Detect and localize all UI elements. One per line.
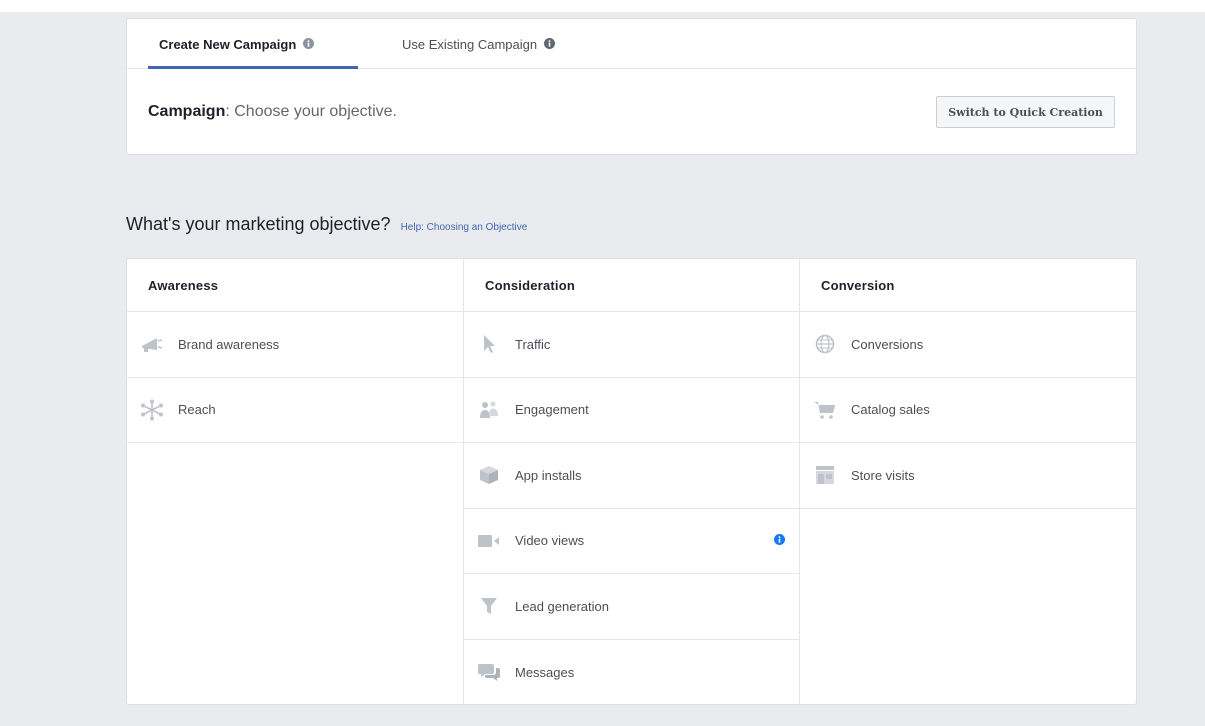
objective-store-visits[interactable]: Store visits: [800, 443, 1136, 509]
tab-label: Create New Campaign: [159, 36, 297, 52]
store-icon: [812, 464, 838, 486]
column-consideration: Consideration Traffic Engagement App ins…: [463, 259, 800, 704]
campaign-row: Campaign: Choose your objective. Switch …: [127, 69, 1136, 156]
globe-icon: [812, 333, 838, 355]
objective-brand-awareness[interactable]: Brand awareness: [127, 312, 463, 378]
tab-label: Use Existing Campaign: [402, 36, 538, 52]
objective-catalog-sales[interactable]: Catalog sales: [800, 378, 1136, 443]
objective-lead-generation[interactable]: Lead generation: [464, 574, 799, 640]
objective-label: Engagement: [515, 402, 589, 418]
objective-label: Conversions: [851, 336, 924, 352]
objective-label: Reach: [178, 402, 216, 418]
objective-label: Messages: [515, 664, 575, 680]
objective-app-installs[interactable]: App installs: [464, 443, 799, 509]
help-choosing-objective-link[interactable]: Help: Choosing an Objective: [401, 222, 528, 233]
objective-traffic[interactable]: Traffic: [464, 312, 799, 378]
objective-label: Lead generation: [515, 598, 609, 614]
people-icon: [476, 399, 502, 421]
column-header: Conversion: [800, 259, 1136, 312]
tab-create-new-campaign[interactable]: Create New Campaign: [159, 19, 315, 69]
objective-label: App installs: [515, 467, 582, 483]
column-header: Consideration: [464, 259, 799, 312]
column-awareness: Awareness Brand awareness Reach: [127, 259, 463, 704]
cursor-icon: [476, 333, 502, 355]
campaign-text: : Choose your objective.: [225, 103, 397, 120]
objective-messages[interactable]: Messages: [464, 640, 799, 705]
objective-reach[interactable]: Reach: [127, 378, 463, 443]
objective-question: What's your marketing objective?: [126, 214, 391, 234]
video-camera-icon: [476, 530, 502, 552]
switch-to-quick-creation-button[interactable]: Switch to Quick Creation: [936, 96, 1115, 128]
objective-video-views[interactable]: Video views: [464, 509, 799, 574]
objective-heading: What's your marketing objective? Help: C…: [126, 214, 527, 235]
campaign-label: Campaign: [148, 103, 226, 120]
campaign-tabs: Create New Campaign Use Existing Campaig…: [127, 19, 1136, 69]
column-header: Awareness: [127, 259, 463, 312]
objective-label: Video views: [515, 533, 585, 549]
megaphone-icon: [139, 333, 165, 355]
campaign-card: Create New Campaign Use Existing Campaig…: [126, 18, 1137, 155]
reach-icon: [139, 399, 165, 421]
funnel-icon: [476, 595, 502, 617]
objective-engagement[interactable]: Engagement: [464, 378, 799, 443]
objectives-table: Awareness Brand awareness Reach Consider…: [126, 258, 1137, 705]
info-icon[interactable]: [303, 37, 315, 52]
objective-label: Traffic: [515, 336, 551, 352]
top-strip: [0, 0, 1205, 12]
objective-label: Catalog sales: [851, 402, 930, 418]
objective-label: Store visits: [851, 467, 915, 483]
box-icon: [476, 464, 502, 486]
column-conversion: Conversion Conversions Catalog sales Sto…: [800, 259, 1136, 704]
objective-conversions[interactable]: Conversions: [800, 312, 1136, 378]
campaign-objective-prompt: Campaign: Choose your objective.: [148, 103, 397, 121]
objective-label: Brand awareness: [178, 336, 280, 352]
info-icon[interactable]: [774, 532, 785, 550]
chat-bubbles-icon: [476, 661, 502, 683]
cart-icon: [812, 399, 838, 421]
info-icon[interactable]: [544, 37, 556, 52]
tab-use-existing-campaign[interactable]: Use Existing Campaign: [402, 19, 556, 69]
